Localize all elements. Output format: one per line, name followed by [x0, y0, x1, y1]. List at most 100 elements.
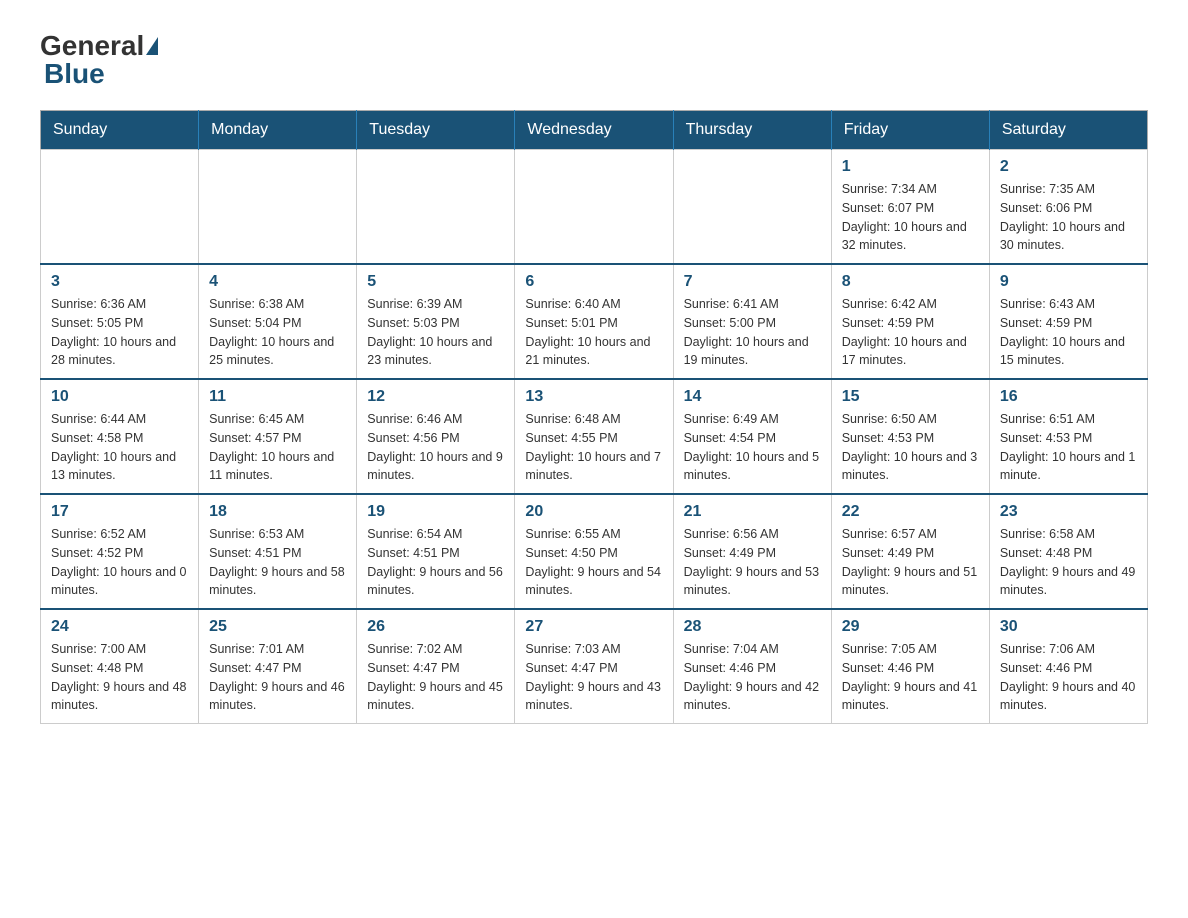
day-number: 24 [51, 618, 188, 636]
day-info: Sunrise: 7:06 AM Sunset: 4:46 PM Dayligh… [1000, 640, 1137, 715]
calendar-day-cell [199, 150, 357, 265]
day-number: 29 [842, 618, 979, 636]
day-info: Sunrise: 6:56 AM Sunset: 4:49 PM Dayligh… [684, 525, 821, 600]
day-info: Sunrise: 6:38 AM Sunset: 5:04 PM Dayligh… [209, 295, 346, 370]
calendar-day-cell: 6 Sunrise: 6:40 AM Sunset: 5:01 PM Daylig… [515, 264, 673, 379]
day-info: Sunrise: 6:51 AM Sunset: 4:53 PM Dayligh… [1000, 410, 1137, 485]
calendar-day-cell: 27 Sunrise: 7:03 AM Sunset: 4:47 PM Dayli… [515, 609, 673, 724]
day-info: Sunrise: 6:50 AM Sunset: 4:53 PM Dayligh… [842, 410, 979, 485]
calendar-day-cell: 2 Sunrise: 7:35 AM Sunset: 6:06 PM Daylig… [989, 150, 1147, 265]
day-number: 8 [842, 273, 979, 291]
day-number: 6 [525, 273, 662, 291]
day-info: Sunrise: 7:04 AM Sunset: 4:46 PM Dayligh… [684, 640, 821, 715]
day-number: 26 [367, 618, 504, 636]
calendar-day-cell: 7 Sunrise: 6:41 AM Sunset: 5:00 PM Daylig… [673, 264, 831, 379]
day-info: Sunrise: 6:49 AM Sunset: 4:54 PM Dayligh… [684, 410, 821, 485]
day-number: 27 [525, 618, 662, 636]
calendar-day-cell: 4 Sunrise: 6:38 AM Sunset: 5:04 PM Daylig… [199, 264, 357, 379]
calendar-day-cell: 28 Sunrise: 7:04 AM Sunset: 4:46 PM Dayli… [673, 609, 831, 724]
calendar-table: SundayMondayTuesdayWednesdayThursdayFrid… [40, 110, 1148, 724]
calendar-week-row: 10Sunrise: 6:44 AM Sunset: 4:58 PM Dayli… [41, 379, 1148, 494]
calendar-day-cell: 8 Sunrise: 6:42 AM Sunset: 4:59 PM Daylig… [831, 264, 989, 379]
day-number: 19 [367, 503, 504, 521]
calendar-day-cell: 5Sunrise: 6:39 AM Sunset: 5:03 PM Daylig… [357, 264, 515, 379]
calendar-header-thursday: Thursday [673, 111, 831, 150]
day-info: Sunrise: 7:02 AM Sunset: 4:47 PM Dayligh… [367, 640, 504, 715]
day-info: Sunrise: 6:42 AM Sunset: 4:59 PM Dayligh… [842, 295, 979, 370]
calendar-day-cell [515, 150, 673, 265]
day-info: Sunrise: 7:03 AM Sunset: 4:47 PM Dayligh… [525, 640, 662, 715]
day-info: Sunrise: 6:54 AM Sunset: 4:51 PM Dayligh… [367, 525, 504, 600]
calendar-day-cell: 15 Sunrise: 6:50 AM Sunset: 4:53 PM Dayli… [831, 379, 989, 494]
calendar-day-cell [41, 150, 199, 265]
day-info: Sunrise: 7:34 AM Sunset: 6:07 PM Dayligh… [842, 180, 979, 255]
day-number: 18 [209, 503, 346, 521]
day-info: Sunrise: 7:01 AM Sunset: 4:47 PM Dayligh… [209, 640, 346, 715]
day-info: Sunrise: 6:36 AM Sunset: 5:05 PM Dayligh… [51, 295, 188, 370]
day-number: 16 [1000, 388, 1137, 406]
day-info: Sunrise: 6:40 AM Sunset: 5:01 PM Dayligh… [525, 295, 662, 370]
calendar-day-cell: 13 Sunrise: 6:48 AM Sunset: 4:55 PM Dayli… [515, 379, 673, 494]
day-number: 23 [1000, 503, 1137, 521]
day-number: 15 [842, 388, 979, 406]
calendar-day-cell: 24 Sunrise: 7:00 AM Sunset: 4:48 PM Dayli… [41, 609, 199, 724]
calendar-day-cell: 26 Sunrise: 7:02 AM Sunset: 4:47 PM Dayli… [357, 609, 515, 724]
day-number: 21 [684, 503, 821, 521]
calendar-day-cell: 18Sunrise: 6:53 AM Sunset: 4:51 PM Dayli… [199, 494, 357, 609]
day-number: 3 [51, 273, 188, 291]
calendar-week-row: 17Sunrise: 6:52 AM Sunset: 4:52 PM Dayli… [41, 494, 1148, 609]
day-number: 22 [842, 503, 979, 521]
day-info: Sunrise: 6:48 AM Sunset: 4:55 PM Dayligh… [525, 410, 662, 485]
calendar-day-cell: 1Sunrise: 7:34 AM Sunset: 6:07 PM Daylig… [831, 150, 989, 265]
calendar-day-cell: 17Sunrise: 6:52 AM Sunset: 4:52 PM Dayli… [41, 494, 199, 609]
calendar-day-cell [673, 150, 831, 265]
calendar-header-wednesday: Wednesday [515, 111, 673, 150]
calendar-header-monday: Monday [199, 111, 357, 150]
day-info: Sunrise: 6:43 AM Sunset: 4:59 PM Dayligh… [1000, 295, 1137, 370]
day-number: 7 [684, 273, 821, 291]
day-number: 13 [525, 388, 662, 406]
calendar-header-row: SundayMondayTuesdayWednesdayThursdayFrid… [41, 111, 1148, 150]
day-number: 11 [209, 388, 346, 406]
day-number: 14 [684, 388, 821, 406]
calendar-day-cell: 14 Sunrise: 6:49 AM Sunset: 4:54 PM Dayli… [673, 379, 831, 494]
calendar-header-tuesday: Tuesday [357, 111, 515, 150]
day-number: 9 [1000, 273, 1137, 291]
day-info: Sunrise: 7:05 AM Sunset: 4:46 PM Dayligh… [842, 640, 979, 715]
day-info: Sunrise: 6:57 AM Sunset: 4:49 PM Dayligh… [842, 525, 979, 600]
day-number: 5 [367, 273, 504, 291]
day-number: 17 [51, 503, 188, 521]
calendar-week-row: 3 Sunrise: 6:36 AM Sunset: 5:05 PM Daylig… [41, 264, 1148, 379]
calendar-day-cell: 10Sunrise: 6:44 AM Sunset: 4:58 PM Dayli… [41, 379, 199, 494]
day-number: 20 [525, 503, 662, 521]
calendar-header-sunday: Sunday [41, 111, 199, 150]
day-number: 30 [1000, 618, 1137, 636]
calendar-day-cell: 29 Sunrise: 7:05 AM Sunset: 4:46 PM Dayli… [831, 609, 989, 724]
calendar-day-cell [357, 150, 515, 265]
day-info: Sunrise: 6:41 AM Sunset: 5:00 PM Dayligh… [684, 295, 821, 370]
day-info: Sunrise: 7:35 AM Sunset: 6:06 PM Dayligh… [1000, 180, 1137, 255]
calendar-day-cell: 9 Sunrise: 6:43 AM Sunset: 4:59 PM Daylig… [989, 264, 1147, 379]
calendar-day-cell: 3 Sunrise: 6:36 AM Sunset: 5:05 PM Daylig… [41, 264, 199, 379]
day-number: 12 [367, 388, 504, 406]
day-info: Sunrise: 6:55 AM Sunset: 4:50 PM Dayligh… [525, 525, 662, 600]
calendar-day-cell: 30 Sunrise: 7:06 AM Sunset: 4:46 PM Dayli… [989, 609, 1147, 724]
day-info: Sunrise: 7:00 AM Sunset: 4:48 PM Dayligh… [51, 640, 188, 715]
calendar-day-cell: 11 Sunrise: 6:45 AM Sunset: 4:57 PM Dayli… [199, 379, 357, 494]
day-number: 25 [209, 618, 346, 636]
day-info: Sunrise: 6:58 AM Sunset: 4:48 PM Dayligh… [1000, 525, 1137, 600]
day-number: 28 [684, 618, 821, 636]
calendar-day-cell: 20 Sunrise: 6:55 AM Sunset: 4:50 PM Dayli… [515, 494, 673, 609]
calendar-day-cell: 16 Sunrise: 6:51 AM Sunset: 4:53 PM Dayli… [989, 379, 1147, 494]
calendar-day-cell: 22 Sunrise: 6:57 AM Sunset: 4:49 PM Dayli… [831, 494, 989, 609]
calendar-day-cell: 19 Sunrise: 6:54 AM Sunset: 4:51 PM Dayli… [357, 494, 515, 609]
day-info: Sunrise: 6:45 AM Sunset: 4:57 PM Dayligh… [209, 410, 346, 485]
day-number: 4 [209, 273, 346, 291]
calendar-day-cell: 21 Sunrise: 6:56 AM Sunset: 4:49 PM Dayli… [673, 494, 831, 609]
day-number: 10 [51, 388, 188, 406]
calendar-week-row: 24 Sunrise: 7:00 AM Sunset: 4:48 PM Dayli… [41, 609, 1148, 724]
calendar-day-cell: 23 Sunrise: 6:58 AM Sunset: 4:48 PM Dayli… [989, 494, 1147, 609]
calendar-week-row: 1Sunrise: 7:34 AM Sunset: 6:07 PM Daylig… [41, 150, 1148, 265]
day-info: Sunrise: 6:46 AM Sunset: 4:56 PM Dayligh… [367, 410, 504, 485]
day-number: 2 [1000, 158, 1137, 176]
